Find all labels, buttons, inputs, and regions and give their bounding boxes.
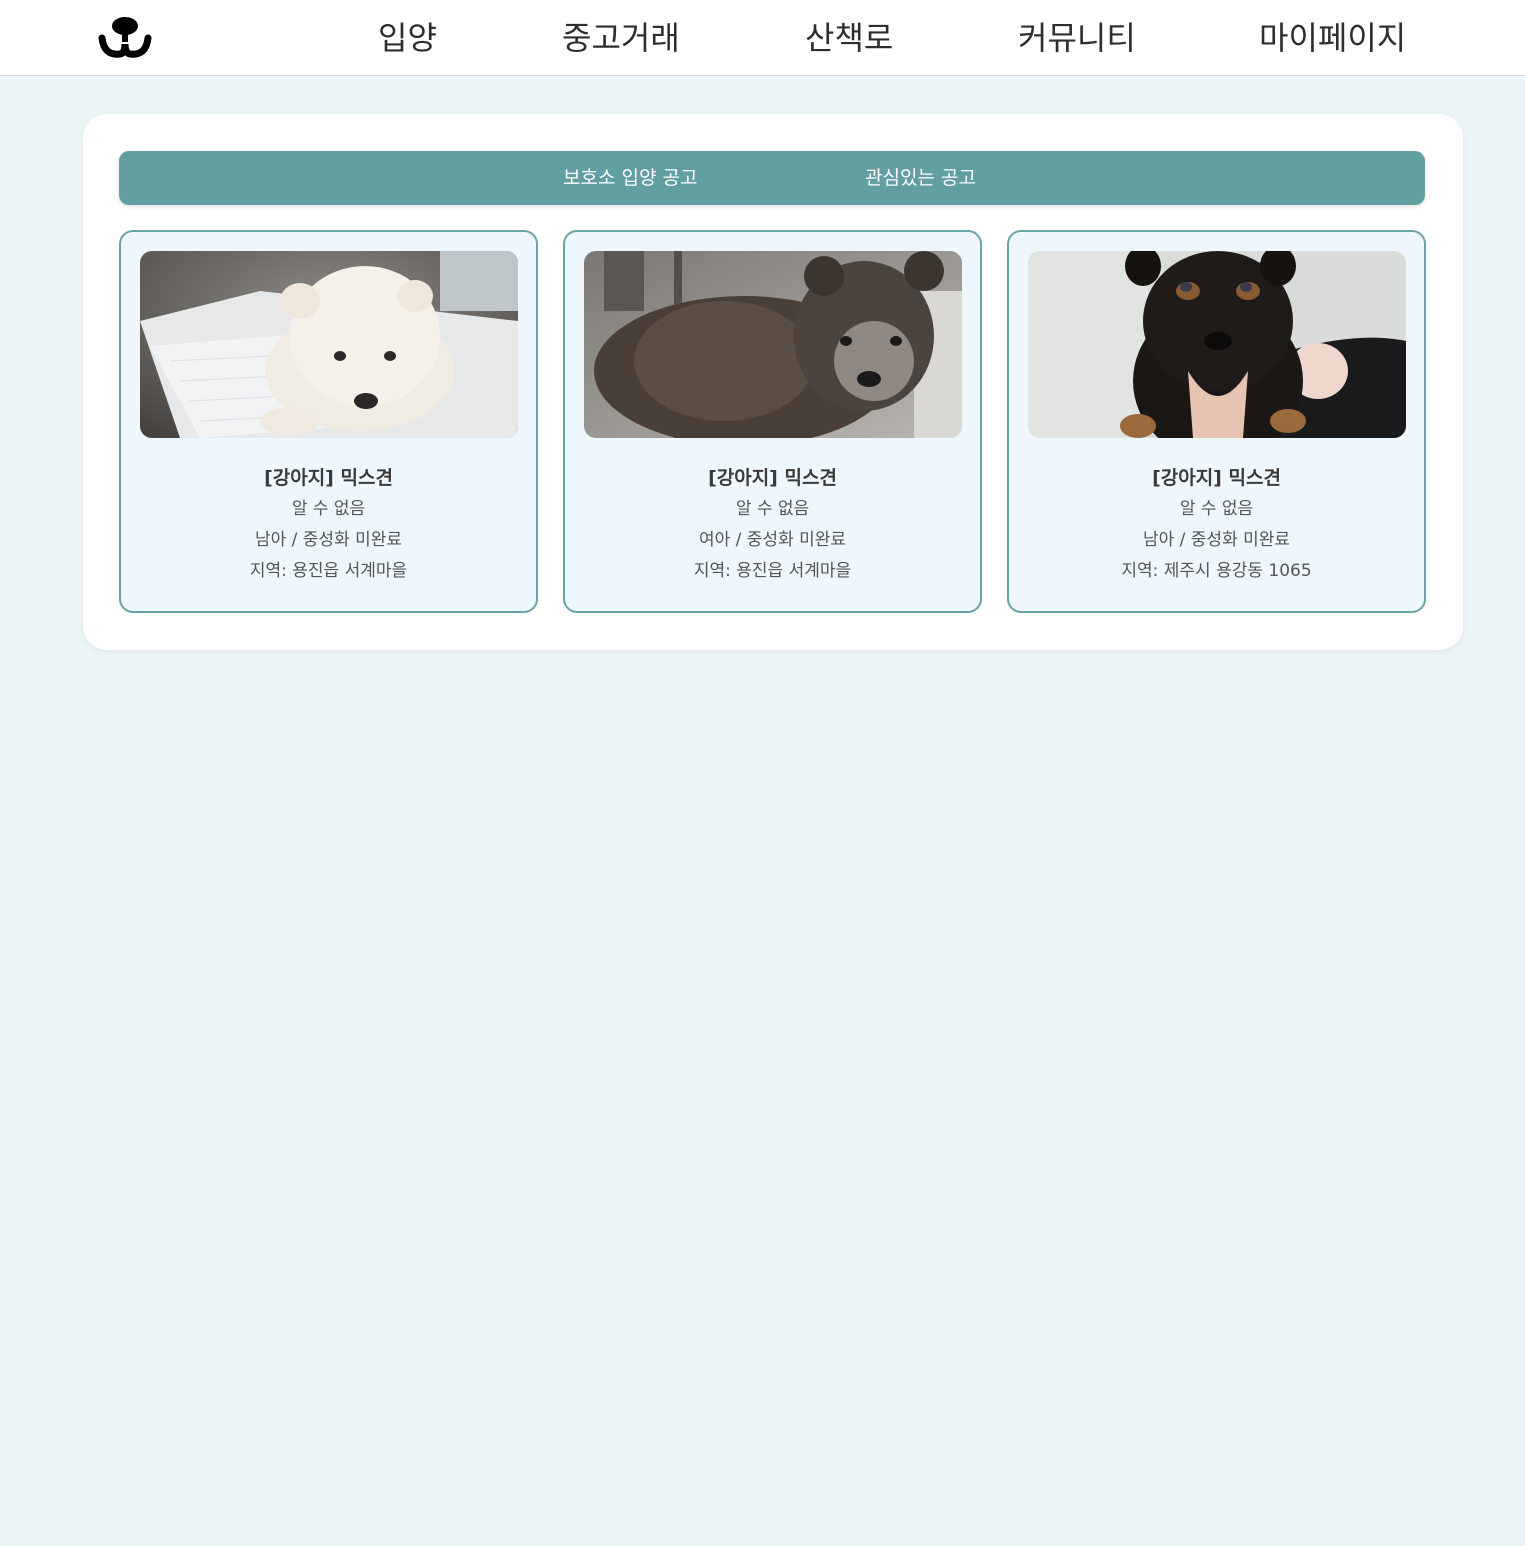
card-sex-neuter: 남아 / 중성화 미완료 (254, 530, 403, 550)
card-sex-neuter: 남아 / 중성화 미완료 (1142, 530, 1291, 550)
black-tan-puppy-photo (1028, 251, 1406, 438)
card-info: [강아지] 믹스견 알 수 없음 여아 / 중성화 미완료 지역: 용진읍 서계… (565, 462, 980, 587)
adoption-card[interactable]: [강아지] 믹스견 알 수 없음 여아 / 중성화 미완료 지역: 용진읍 서계… (563, 230, 982, 613)
white-puppy-photo (140, 251, 518, 438)
adoption-card[interactable]: [강아지] 믹스견 알 수 없음 남아 / 중성화 미완료 지역: 용진읍 서계… (119, 230, 538, 613)
card-sex-neuter: 여아 / 중성화 미완료 (698, 530, 847, 550)
nav-item-community[interactable]: 커뮤니티 (1018, 18, 1136, 58)
card-age: 알 수 없음 (735, 499, 810, 519)
tab-bar: 보호소 입양 공고 관심있는 공고 (119, 151, 1425, 205)
card-title: [강아지] 믹스견 (264, 467, 393, 489)
dog-nose-logo-icon[interactable] (98, 16, 152, 60)
nav-item-secondhand[interactable]: 중고거래 (562, 18, 680, 58)
card-region: 지역: 용진읍 서계마을 (249, 561, 408, 581)
card-info: [강아지] 믹스견 알 수 없음 남아 / 중성화 미완료 지역: 제주시 용강… (1009, 462, 1424, 587)
card-title: [강아지] 믹스견 (708, 467, 837, 489)
card-age: 알 수 없음 (1179, 499, 1254, 519)
nav-item-mypage[interactable]: 마이페이지 (1259, 18, 1406, 58)
card-region: 지역: 용진읍 서계마을 (693, 561, 852, 581)
nav-item-walking-trail[interactable]: 산책로 (805, 18, 893, 58)
tab-favorites[interactable]: 관심있는 공고 (865, 166, 976, 190)
card-title: [강아지] 믹스견 (1152, 467, 1281, 489)
top-navbar: 입양 중고거래 산책로 커뮤니티 마이페이지 (0, 0, 1525, 76)
card-age: 알 수 없음 (291, 499, 366, 519)
gray-puppy-photo (584, 251, 962, 438)
card-info: [강아지] 믹스견 알 수 없음 남아 / 중성화 미완료 지역: 용진읍 서계… (121, 462, 536, 587)
tab-shelter-adoption[interactable]: 보호소 입양 공고 (563, 166, 697, 190)
card-region: 지역: 제주시 용강동 1065 (1121, 561, 1312, 581)
adoption-panel: 보호소 입양 공고 관심있는 공고 [강아지] 믹스견 알 수 없음 남아 / … (83, 114, 1463, 650)
adoption-card[interactable]: [강아지] 믹스견 알 수 없음 남아 / 중성화 미완료 지역: 제주시 용강… (1007, 230, 1426, 613)
nav-item-adoption[interactable]: 입양 (378, 18, 437, 58)
